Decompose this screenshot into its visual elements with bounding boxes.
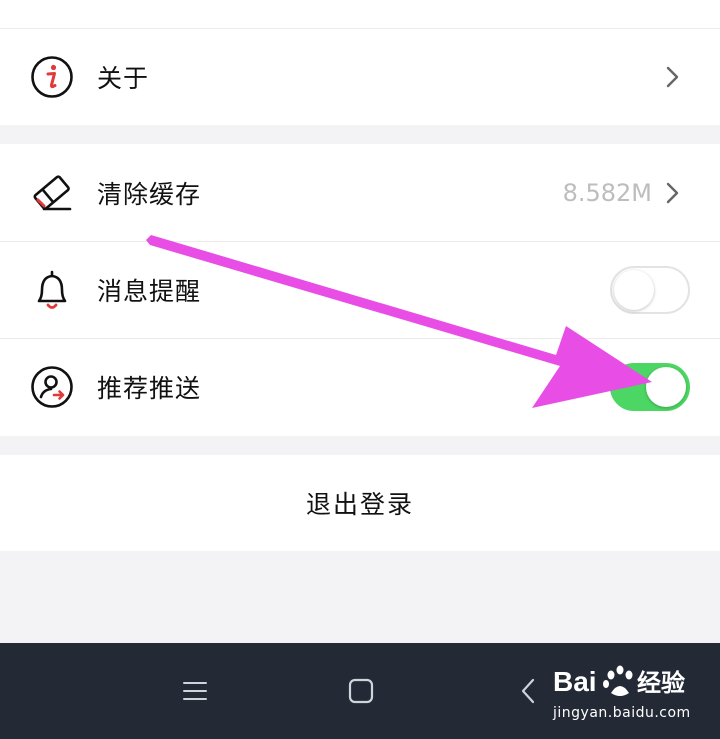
bell-icon [30, 268, 74, 312]
info-icon [30, 55, 74, 99]
user-push-icon [30, 365, 74, 409]
notifications-toggle[interactable] [610, 266, 690, 314]
logout-button[interactable]: 退出登录 [0, 455, 720, 551]
svg-text:经验: 经验 [637, 669, 685, 697]
watermark-url: jingyan.baidu.com [553, 705, 691, 721]
svg-text:Bai: Bai [553, 666, 597, 697]
baidu-jingyan-watermark: Bai 经验 jingyan.baidu.com [553, 657, 713, 727]
toggle-knob [646, 367, 686, 407]
about-label: 关于 [97, 64, 150, 93]
settings-item-clear-cache[interactable]: 清除缓存 8.582M [0, 144, 720, 241]
recommend-push-toggle[interactable] [610, 363, 690, 411]
about-group: 关于 [0, 29, 720, 125]
recommend-push-label: 推荐推送 [97, 374, 202, 403]
cache-size-value: 8.582M [562, 178, 652, 207]
home-icon[interactable] [343, 673, 379, 709]
settings-item-about[interactable]: 关于 [0, 29, 720, 125]
top-partial-row [0, 0, 720, 29]
clear-cache-label: 清除缓存 [97, 179, 202, 209]
notifications-label: 消息提醒 [97, 277, 202, 306]
settings-item-notifications: 消息提醒 [0, 241, 720, 338]
eraser-icon [30, 171, 74, 215]
preferences-group: 清除缓存 8.582M 消息提醒 推荐推送 [0, 144, 720, 436]
settings-item-recommend-push: 推荐推送 [0, 338, 720, 435]
chevron-right-icon [666, 181, 680, 205]
back-icon[interactable] [510, 673, 546, 709]
menu-icon[interactable] [177, 673, 213, 709]
toggle-knob [614, 270, 654, 310]
chevron-right-icon [666, 65, 680, 89]
